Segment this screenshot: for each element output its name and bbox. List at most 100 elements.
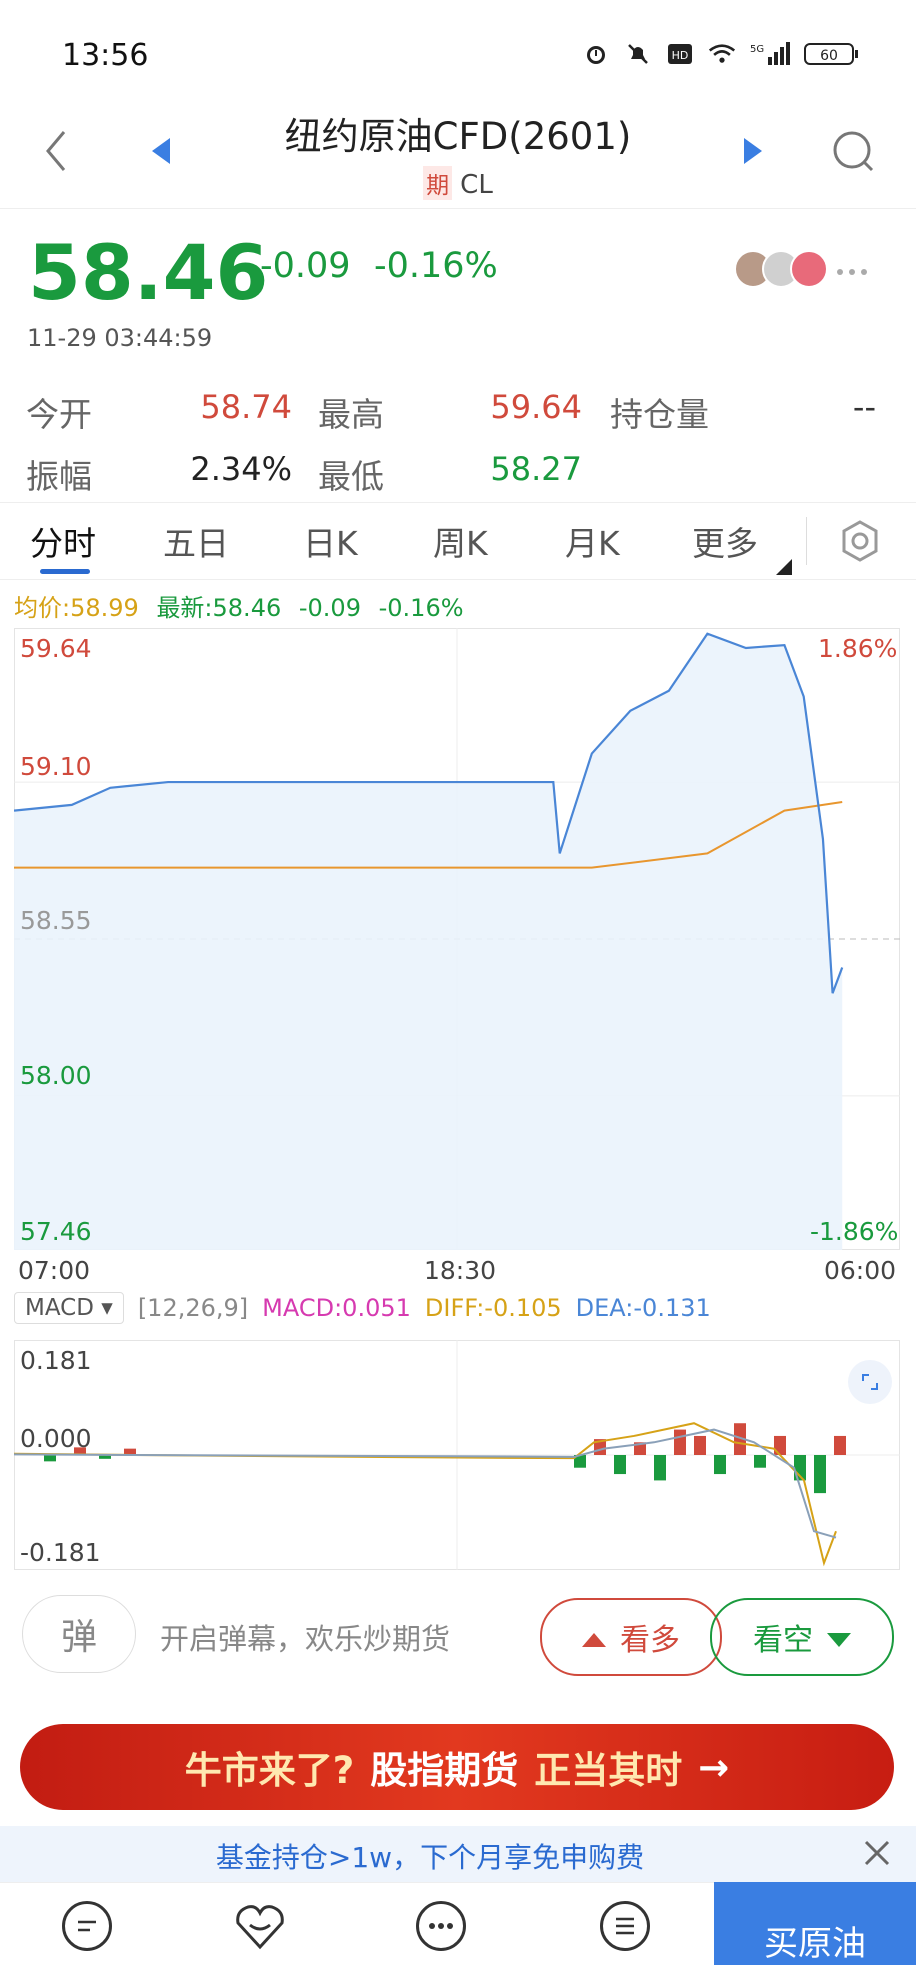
legend-pct: -0.16% [378, 594, 464, 622]
favorite-icon[interactable] [234, 1901, 286, 1955]
status-time: 13:56 [62, 38, 149, 73]
battery-icon: 60 [804, 40, 860, 68]
title-bar: 纽约原油CFD(2601) 期 CL [0, 100, 916, 209]
next-contract-icon[interactable] [742, 136, 764, 170]
price-change: -0.09 [260, 246, 351, 286]
macd-histogram-bar [674, 1429, 686, 1455]
page-title: 纽约原油CFD(2601) [284, 115, 632, 158]
legend-avg: 均价:58.99 [14, 594, 139, 622]
promo-banner[interactable]: 牛市来了? 股指期货 正当其时 → [20, 1724, 894, 1810]
tab-divider [806, 517, 807, 565]
last-price: 58.46 [28, 228, 269, 317]
settings-icon[interactable] [838, 519, 882, 567]
bullet-comment-input[interactable]: 开启弹幕，欢乐炒期货 [160, 1616, 450, 1658]
high-label: 最高 [318, 395, 384, 434]
arrow-right-icon: → [698, 1745, 730, 1789]
promo-text: 基金持仓>1w，下个月享免申购费 [215, 1841, 645, 1874]
tab-intraday[interactable]: 分时 [30, 517, 96, 565]
macd-histogram-bar [774, 1435, 786, 1455]
y-tick-min: 57.46 [20, 1217, 92, 1246]
macd-histogram-bar [654, 1455, 666, 1481]
amplitude-label: 振幅 [26, 457, 92, 496]
tab-monthly-k[interactable]: 月K [565, 517, 620, 565]
macd-histogram-bar [714, 1455, 726, 1475]
chart-period-tabs: 分时 五日 日K 周K 月K 更多 [0, 502, 916, 580]
tab-five-day[interactable]: 五日 [163, 517, 229, 565]
tab-daily-k[interactable]: 日K [303, 517, 358, 565]
indicator-select-label: MACD [25, 1295, 94, 1321]
dropdown-corner-icon [776, 559, 792, 579]
battery-level: 60 [820, 48, 838, 64]
open-interest-label: 持仓量 [610, 395, 709, 434]
y-tick-mid: 58.55 [20, 906, 92, 935]
price-change-pct: -0.16% [374, 246, 498, 286]
signal-5g-label: 5G [750, 44, 764, 55]
user-avatars[interactable] [734, 250, 828, 288]
chart-legend: 均价:58.99 最新:58.46 -0.09 -0.16% [14, 588, 464, 623]
macd-histogram-bar [814, 1455, 826, 1494]
legend-latest: 最新:58.46 [156, 594, 282, 622]
open-interest-value: -- [852, 388, 876, 426]
macd-histogram-bar [694, 1435, 706, 1455]
comment-icon[interactable] [62, 1901, 112, 1951]
status-bar: 13:56 HD 5G 60 [0, 0, 916, 110]
y-tick-upper: 59.10 [20, 752, 92, 781]
macd-params: [12,26,9] [137, 1294, 249, 1322]
contract-code: CL [460, 170, 493, 200]
latest-price-area [14, 633, 843, 1250]
macd-y-min: -0.181 [20, 1538, 101, 1567]
amplitude-value: 2.34% [190, 450, 292, 488]
expand-icon[interactable] [848, 1360, 892, 1404]
chat-icon[interactable] [416, 1901, 466, 1951]
avatar[interactable] [790, 250, 828, 288]
macd-histogram-bar [614, 1455, 626, 1475]
macd-y-max: 0.181 [20, 1346, 92, 1375]
x-tick-mid: 18:30 [424, 1256, 497, 1285]
quote-timestamp: 11-29 03:44:59 [27, 324, 213, 352]
down-triangle-icon [827, 1620, 851, 1655]
bullet-comment-toggle[interactable]: 弹 [22, 1595, 136, 1673]
banner-text-3: 正当其时 [534, 1749, 683, 1792]
indicator-select[interactable]: MACD ▾ [14, 1292, 124, 1324]
alarm-icon [582, 40, 610, 68]
close-icon[interactable] [862, 1838, 892, 1872]
macd-histogram-bar [834, 1435, 846, 1455]
series-line-diff [14, 1422, 837, 1567]
tab-more[interactable]: 更多 [692, 517, 758, 565]
svg-text:HD: HD [672, 49, 689, 62]
intraday-chart[interactable] [14, 628, 900, 1250]
y-tick-max: 59.64 [20, 634, 92, 663]
tab-weekly-k[interactable]: 周K [433, 517, 488, 565]
macd-header: MACD ▾ [12,26,9] MACD:0.051 DIFF:-0.105 … [14, 1292, 711, 1324]
banner-text-1: 牛市来了? [184, 1749, 355, 1792]
more-icon[interactable] [836, 262, 868, 281]
x-tick-start: 07:00 [18, 1256, 91, 1285]
banner-text-2: 股指期货 [370, 1749, 519, 1792]
macd-chart[interactable] [14, 1340, 900, 1570]
menu-icon[interactable] [600, 1901, 650, 1951]
bullish-button[interactable]: 看多 [540, 1598, 722, 1676]
up-triangle-icon [582, 1620, 606, 1655]
buy-oil-button[interactable]: 买原油 [714, 1882, 916, 1965]
open-value: 58.74 [200, 388, 292, 426]
low-value: 58.27 [490, 450, 582, 488]
y-tick-pct-min: -1.86% [810, 1217, 899, 1246]
bearish-button[interactable]: 看空 [710, 1598, 894, 1676]
high-value: 59.64 [490, 388, 582, 426]
macd-value: MACD:0.051 [262, 1294, 411, 1322]
fund-promo-strip[interactable]: 基金持仓>1w，下个月享免申购费 [0, 1826, 916, 1882]
dea-value: DEA:-0.131 [575, 1294, 711, 1322]
y-tick-pct-max: 1.86% [818, 634, 898, 663]
macd-histogram-bar [44, 1455, 56, 1462]
hd-icon: HD [666, 40, 694, 68]
low-label: 最低 [318, 457, 384, 496]
open-label: 今开 [26, 395, 92, 434]
futures-badge: 期 [423, 166, 453, 200]
signal-icon: 5G [750, 40, 790, 68]
active-tab-indicator [40, 569, 90, 574]
search-icon[interactable] [832, 130, 876, 178]
macd-histogram-bar [754, 1455, 766, 1468]
macd-y-zero: 0.000 [20, 1424, 92, 1453]
legend-change: -0.09 [298, 594, 361, 622]
bullish-label: 看多 [620, 1623, 680, 1658]
